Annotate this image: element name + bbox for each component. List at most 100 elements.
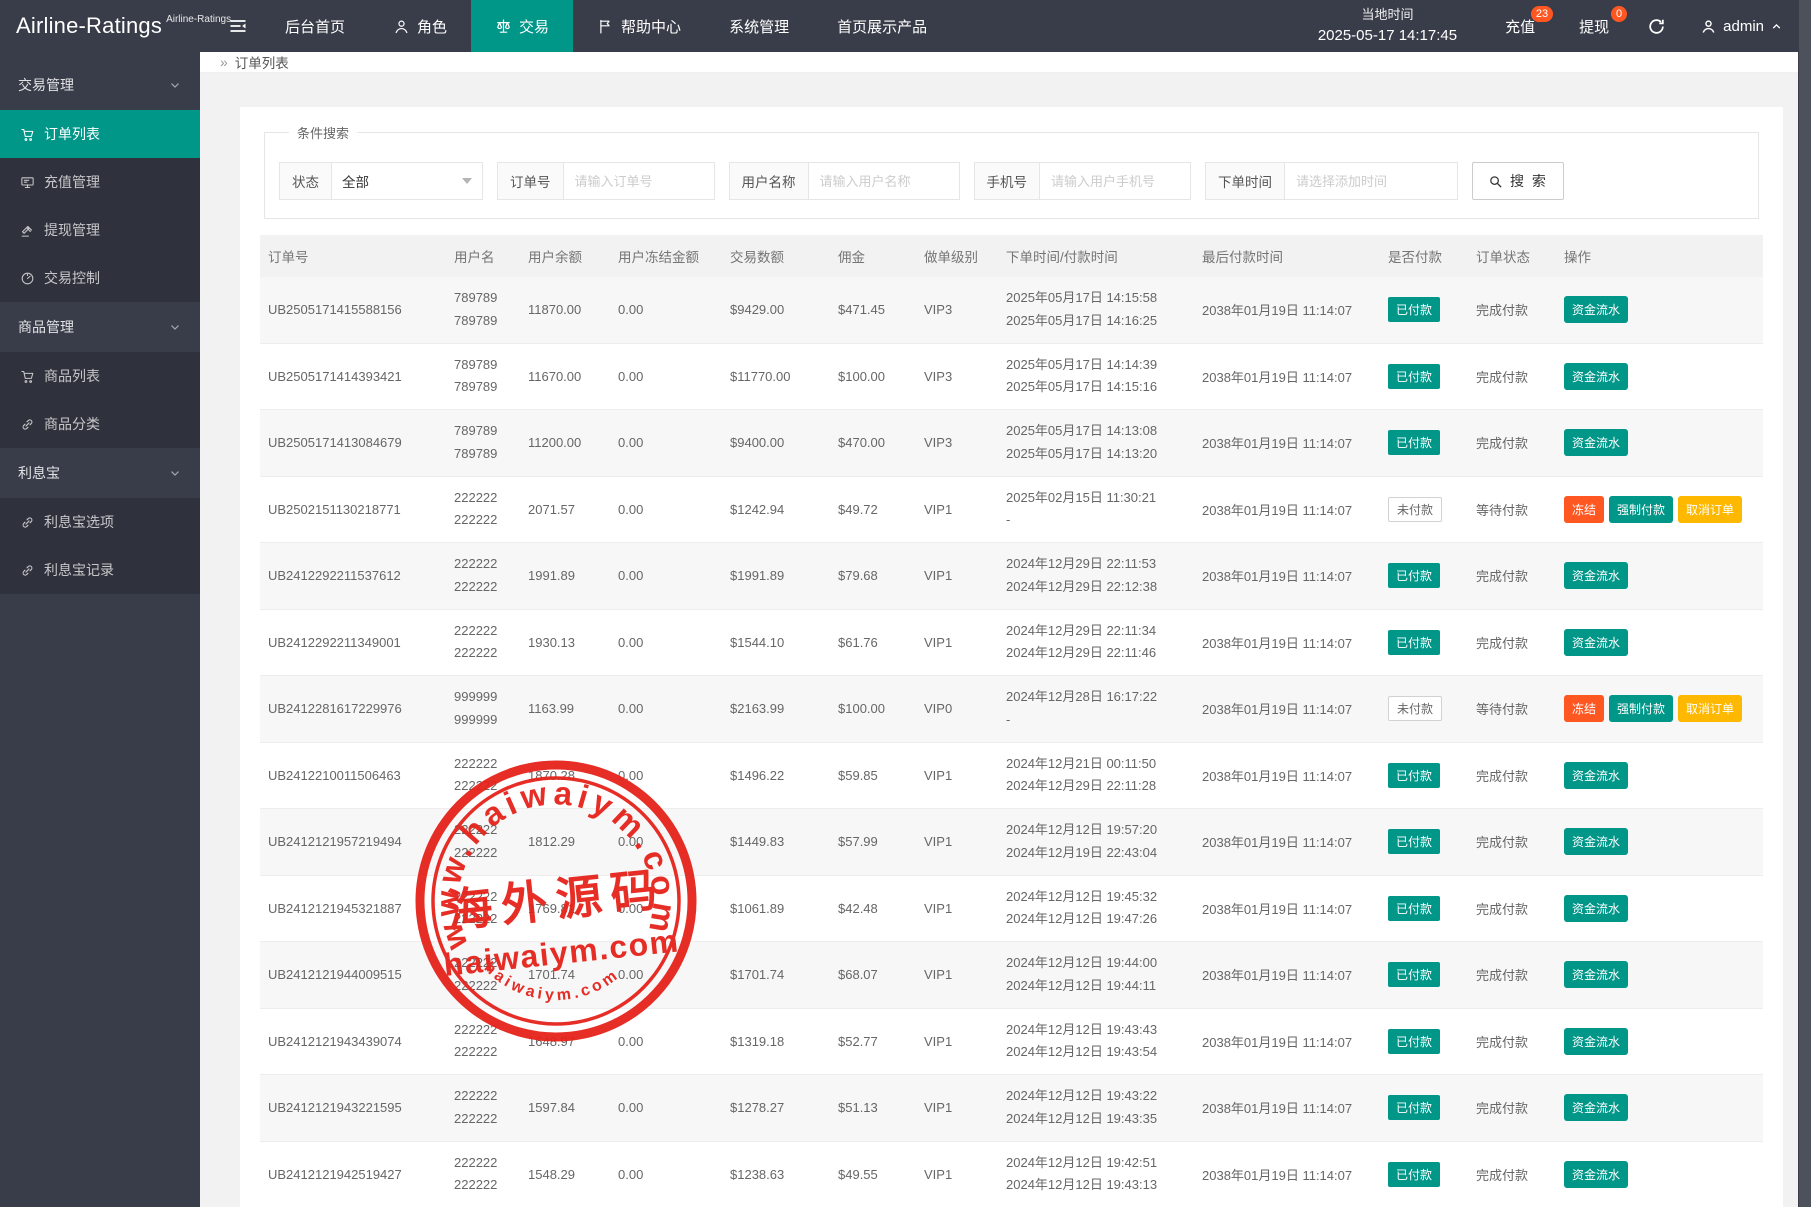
action-button-teal[interactable]: 资金流水 xyxy=(1564,296,1628,323)
cell-order-status: 等待付款 xyxy=(1468,676,1556,743)
action-button-teal[interactable]: 资金流水 xyxy=(1564,629,1628,656)
order-time-input[interactable] xyxy=(1285,163,1457,199)
refresh-icon[interactable] xyxy=(1631,0,1682,52)
cell-order-no: UB2505171414393421 xyxy=(260,343,446,410)
cell-order-no: UB2412281617229976 xyxy=(260,676,446,743)
action-button-teal[interactable]: 资金流水 xyxy=(1564,1161,1628,1188)
user-line1: 222222 xyxy=(454,1019,512,1042)
cell-actions: 资金流水 xyxy=(1556,543,1763,610)
pay-time: 2024年12月12日 19:43:35 xyxy=(1006,1108,1186,1131)
cell-order-no: UB2412292211349001 xyxy=(260,609,446,676)
cell-balance: 11870.00 xyxy=(520,277,610,343)
scales-icon xyxy=(495,18,512,35)
action-button-teal[interactable]: 资金流水 xyxy=(1564,895,1628,922)
sidebar-item-2-1[interactable]: 利息宝记录 xyxy=(0,546,200,594)
column-header: 用户余额 xyxy=(520,235,610,277)
pay-time: 2024年12月12日 19:43:13 xyxy=(1006,1174,1186,1197)
cell-frozen: 0.00 xyxy=(610,875,722,942)
recharge-button[interactable]: 充值 23 xyxy=(1483,0,1557,52)
action-button-teal[interactable]: 资金流水 xyxy=(1564,429,1628,456)
pay-time: - xyxy=(1006,509,1186,532)
chevron-down-icon xyxy=(168,466,182,480)
action-button-teal[interactable]: 资金流水 xyxy=(1564,363,1628,390)
cell-order-status: 完成付款 xyxy=(1468,1075,1556,1142)
cell-order-no: UB2502151130218771 xyxy=(260,476,446,543)
action-button-red[interactable]: 冻结 xyxy=(1564,695,1604,722)
topnav-item-role[interactable]: 角色 xyxy=(369,0,471,52)
cell-frozen: 0.00 xyxy=(610,1141,722,1207)
cell-order-no: UB2412210011506463 xyxy=(260,742,446,809)
cell-balance: 11200.00 xyxy=(520,410,610,477)
sidebar-item-0-2[interactable]: 提现管理 xyxy=(0,206,200,254)
action-button-teal[interactable]: 强制付款 xyxy=(1609,496,1673,523)
cell-balance: 1769.81 xyxy=(520,875,610,942)
action-button-yellow[interactable]: 取消订单 xyxy=(1678,695,1742,722)
action-button-teal[interactable]: 强制付款 xyxy=(1609,695,1673,722)
topnav-item-home[interactable]: 后台首页 xyxy=(261,0,369,52)
menu-toggle-icon[interactable] xyxy=(215,0,261,52)
topnav-item-trade[interactable]: 交易 xyxy=(471,0,573,52)
sidebar-item-0-3[interactable]: 交易控制 xyxy=(0,254,200,302)
search-button[interactable]: 搜 索 xyxy=(1472,162,1564,200)
action-button-teal[interactable]: 资金流水 xyxy=(1564,828,1628,855)
action-button-teal[interactable]: 资金流水 xyxy=(1564,1028,1628,1055)
user-line1: 222222 xyxy=(454,753,512,776)
sidebar-item-0-1[interactable]: 充值管理 xyxy=(0,158,200,206)
link-icon xyxy=(20,417,35,432)
topnav-item-products[interactable]: 首页展示产品 xyxy=(813,0,951,52)
order-time: 2024年12月21日 00:11:50 xyxy=(1006,753,1186,776)
sidebar-group-0[interactable]: 交易管理 xyxy=(0,60,200,110)
cell-balance: 1701.74 xyxy=(520,942,610,1009)
sidebar-item-1-0[interactable]: 商品列表 xyxy=(0,352,200,400)
cell-last-pay-time: 2038年01月19日 11:14:07 xyxy=(1194,410,1380,477)
order-time: 2025年05月17日 14:15:58 xyxy=(1006,287,1186,310)
cell-paid: 已付款 xyxy=(1380,343,1468,410)
order-no-input[interactable] xyxy=(564,163,714,199)
sidebar-item-1-1[interactable]: 商品分类 xyxy=(0,400,200,448)
user-line2: 222222 xyxy=(454,509,512,532)
table-row: UB25021511302187712222222222222071.570.0… xyxy=(260,476,1763,543)
sidebar-item-2-0[interactable]: 利息宝选项 xyxy=(0,498,200,546)
cell-amount: $2163.99 xyxy=(722,676,830,743)
cell-order-no: UB2412121944009515 xyxy=(260,942,446,1009)
column-header: 佣金 xyxy=(830,235,916,277)
user-line2: 789789 xyxy=(454,443,512,466)
status-select[interactable]: 全部 xyxy=(332,163,482,199)
action-button-teal[interactable]: 资金流水 xyxy=(1564,762,1628,789)
cell-frozen: 0.00 xyxy=(610,1008,722,1075)
topbar: Airline-Ratings Airline-Ratings 后台首页 角色 交易… xyxy=(0,0,1811,52)
withdraw-button[interactable]: 提现 0 xyxy=(1557,0,1631,52)
paid-status-badge: 已付款 xyxy=(1388,829,1440,854)
cell-actions: 冻结强制付款取消订单 xyxy=(1556,476,1763,543)
cart-icon xyxy=(20,369,35,384)
sidebar-group-2[interactable]: 利息宝 xyxy=(0,448,200,498)
sidebar-group-1[interactable]: 商品管理 xyxy=(0,302,200,352)
topnav-item-help[interactable]: 帮助中心 xyxy=(573,0,705,52)
action-button-teal[interactable]: 资金流水 xyxy=(1564,1094,1628,1121)
topnav-item-label: 角色 xyxy=(417,16,447,37)
order-time: 2025年05月17日 14:13:08 xyxy=(1006,420,1186,443)
phone-input[interactable] xyxy=(1040,163,1190,199)
action-button-teal[interactable]: 资金流水 xyxy=(1564,562,1628,589)
cell-amount: $9400.00 xyxy=(722,410,830,477)
sidebar-group-label: 商品管理 xyxy=(18,317,74,337)
column-header: 用户冻结金额 xyxy=(610,235,722,277)
action-button-red[interactable]: 冻结 xyxy=(1564,496,1604,523)
user-name-input[interactable] xyxy=(809,163,959,199)
topnav-item-system[interactable]: 系统管理 xyxy=(705,0,813,52)
user-menu[interactable]: admin xyxy=(1682,0,1811,52)
user-line1: 222222 xyxy=(454,1085,512,1108)
cell-user: 222222222222 xyxy=(446,875,520,942)
page-scrollbar[interactable] xyxy=(1798,0,1811,1207)
cell-level: VIP1 xyxy=(916,809,998,876)
cell-level: VIP1 xyxy=(916,1141,998,1207)
table-row: UB24122922115376122222222222221991.890.0… xyxy=(260,543,1763,610)
action-button-teal[interactable]: 资金流水 xyxy=(1564,961,1628,988)
app-logo: Airline-Ratings Airline-Ratings xyxy=(0,0,215,52)
order-no-filter: 订单号 xyxy=(497,162,715,200)
user-line2: 789789 xyxy=(454,310,512,333)
cell-last-pay-time: 2038年01月19日 11:14:07 xyxy=(1194,1008,1380,1075)
sidebar-item-0-0[interactable]: 订单列表 xyxy=(0,110,200,158)
action-button-yellow[interactable]: 取消订单 xyxy=(1678,496,1742,523)
cell-paid: 已付款 xyxy=(1380,410,1468,477)
